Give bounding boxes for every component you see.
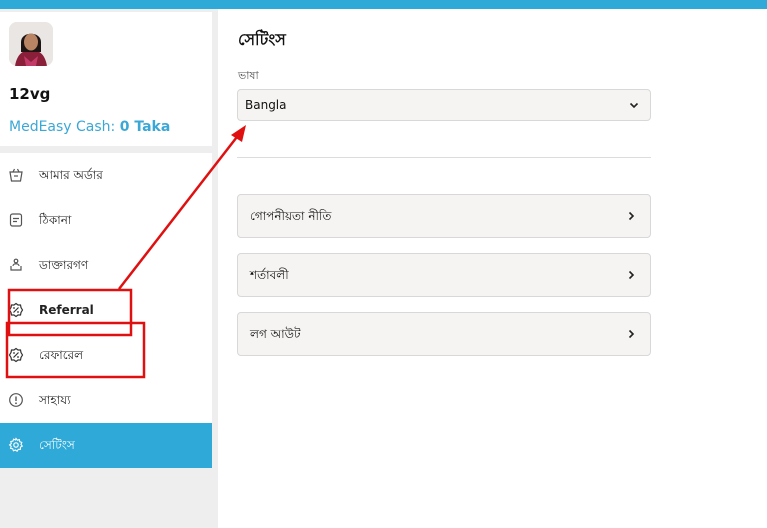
- chevron-right-icon: [628, 329, 635, 339]
- sidebar-item-label: সেটিংস: [39, 438, 75, 452]
- link-label: গোপনীয়তা নীতি: [250, 209, 332, 223]
- profile-card: 12vg MedEasy Cash: 0 Taka: [0, 12, 212, 146]
- referral-icon: [8, 347, 24, 363]
- cash-value: 0 Taka: [119, 119, 171, 135]
- medeasy-cash: MedEasy Cash: 0 Taka: [9, 119, 170, 135]
- sidebar: 12vg MedEasy Cash: 0 Taka আমার অর্ডার ঠি…: [0, 9, 212, 528]
- document-icon: [9, 213, 23, 227]
- sidebar-item-label: সাহায্য: [39, 393, 71, 407]
- gear-icon: [8, 437, 24, 452]
- language-select[interactable]: Bangla: [237, 89, 651, 121]
- sidebar-item-my-orders[interactable]: আমার অর্ডার: [0, 153, 212, 198]
- settings-panel: সেটিংস ভাষা Bangla গোপনীয়তা নীতি শর্তাব…: [218, 9, 767, 528]
- link-label: লগ আউট: [250, 327, 301, 341]
- sidebar-item-doctors[interactable]: ডাক্তারগণ: [0, 243, 212, 288]
- privacy-policy-link[interactable]: গোপনীয়তা নীতি: [237, 194, 651, 238]
- doctor-icon: [10, 258, 22, 271]
- chevron-right-icon: [628, 211, 635, 221]
- cash-label: MedEasy Cash:: [9, 119, 120, 135]
- sidebar-item-label: রেফারেল: [39, 348, 84, 362]
- language-label: ভাষা: [238, 69, 259, 82]
- sidebar-item-label: ডাক্তারগণ: [39, 258, 89, 272]
- chevron-down-icon: [629, 102, 639, 109]
- sidebar-item-address[interactable]: ঠিকানা: [0, 198, 212, 243]
- terms-link[interactable]: শর্তাবলী: [237, 253, 651, 297]
- chevron-right-icon: [628, 270, 635, 280]
- referral-icon: [8, 302, 24, 318]
- info-icon: [9, 393, 23, 407]
- page-title: সেটিংস: [238, 30, 286, 49]
- sidebar-item-help[interactable]: সাহায্য: [0, 378, 212, 423]
- sidebar-item-referral-bn[interactable]: রেফারেল: [0, 333, 212, 378]
- avatar[interactable]: [9, 22, 53, 66]
- top-accent-bar: [0, 0, 767, 9]
- sidebar-menu: আমার অর্ডার ঠিকানা ডাক্তারগণ Referral রে…: [0, 153, 212, 468]
- link-label: শর্তাবলী: [250, 268, 289, 282]
- language-select-value: Bangla: [245, 98, 287, 112]
- sidebar-item-label: আমার অর্ডার: [39, 168, 103, 182]
- basket-icon: [9, 168, 23, 182]
- sidebar-item-referral-en[interactable]: Referral: [0, 288, 212, 333]
- username: 12vg: [9, 85, 51, 103]
- sidebar-item-label: ঠিকানা: [39, 213, 72, 227]
- logout-link[interactable]: লগ আউট: [237, 312, 651, 356]
- sidebar-item-settings[interactable]: সেটিংস: [0, 423, 212, 468]
- avatar-image: [9, 22, 53, 66]
- sidebar-item-label: Referral: [39, 303, 94, 317]
- divider: [237, 157, 651, 158]
